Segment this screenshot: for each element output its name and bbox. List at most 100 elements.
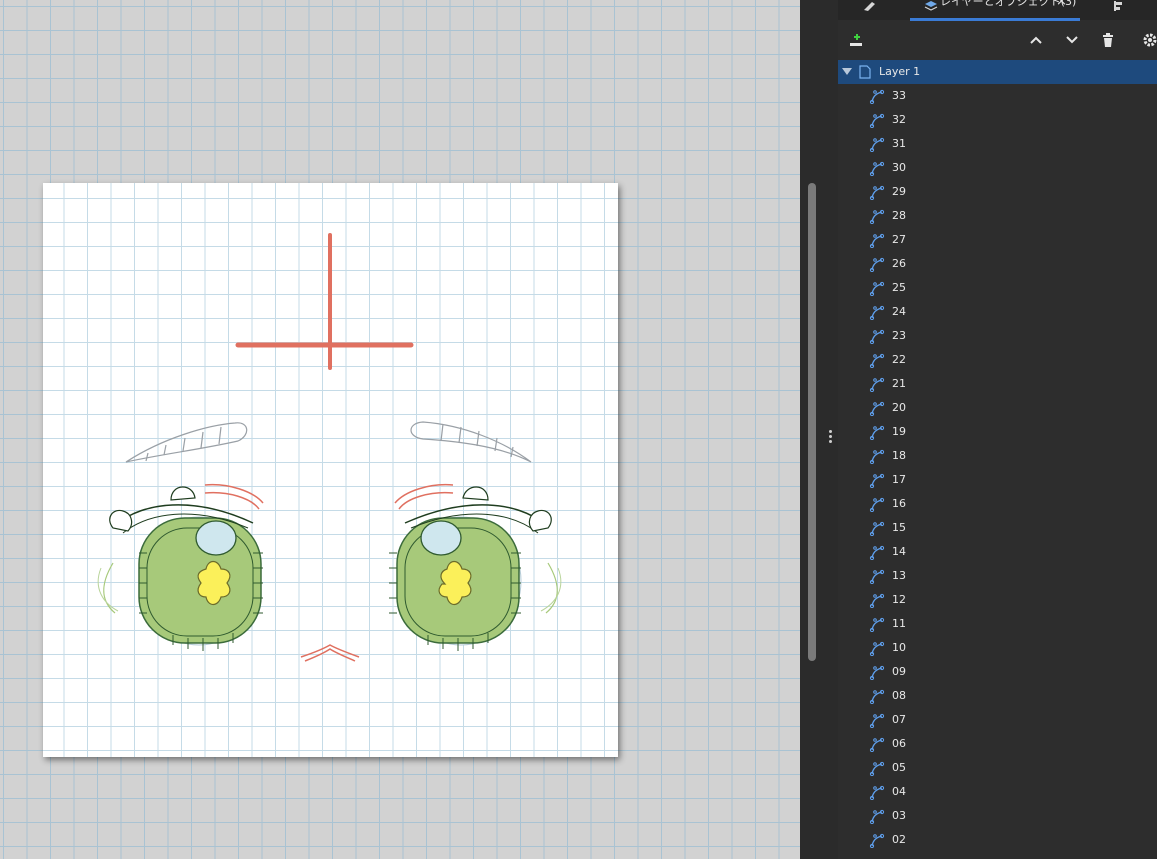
tab-close-icon[interactable]: × [1056,0,1067,9]
object-name: 09 [892,665,906,678]
layer-object-row[interactable]: 20 [838,396,1157,420]
object-name: 15 [892,521,906,534]
align-icon [1114,1,1122,11]
layer-object-row[interactable]: 31 [838,132,1157,156]
layer-object-row[interactable]: 09 [838,660,1157,684]
layer-object-row[interactable]: 02 [838,828,1157,852]
delete-button[interactable] [1098,30,1118,50]
brush-icon [864,2,875,11]
layer-object-row[interactable]: 26 [838,252,1157,276]
curve-icon [869,785,885,800]
curve-icon [869,185,885,200]
layer-object-row[interactable]: 19 [838,420,1157,444]
left-eye[interactable] [97,483,264,651]
move-up-button[interactable] [1026,30,1046,50]
curve-icon [869,113,885,128]
right-eyebrow[interactable] [410,421,532,463]
curve-icon [869,761,885,776]
object-name: 17 [892,473,906,486]
layer-row-root[interactable]: Layer 1 [838,60,1157,84]
curve-icon [869,545,885,560]
curve-icon [869,689,885,704]
face-drawing[interactable] [43,183,618,757]
object-name: 03 [892,809,906,822]
layer-object-row[interactable]: 11 [838,612,1157,636]
object-name: 32 [892,113,906,126]
layer-object-row[interactable]: 03 [838,804,1157,828]
layer-object-row[interactable]: 10 [838,636,1157,660]
layer-object-row[interactable]: 12 [838,588,1157,612]
tab-align[interactable] [1110,0,1124,18]
layer-object-row[interactable]: 18 [838,444,1157,468]
layer-object-row[interactable]: 23 [838,324,1157,348]
curve-icon [869,617,885,632]
tab-layers-and-objects[interactable]: レイヤーとオブジェクト(3) × [910,0,1080,21]
object-name: 12 [892,593,906,606]
layer-name: Layer 1 [879,65,921,78]
layer-object-row[interactable]: 29 [838,180,1157,204]
object-name: 14 [892,545,906,558]
add-layer-button[interactable] [846,30,866,50]
object-name: 16 [892,497,906,510]
move-down-button[interactable] [1062,30,1082,50]
object-name: 30 [892,161,906,174]
object-name: 23 [892,329,906,342]
layer-object-row[interactable]: 17 [838,468,1157,492]
layers-icon [924,1,938,11]
curve-icon [869,641,885,656]
layer-tree: Layer 1 33 32 31 30 29 28 27 26 25 24 23 22 21 20 19 18… [838,60,1157,852]
curve-icon [869,569,885,584]
layer-object-row[interactable]: 08 [838,684,1157,708]
curve-icon [869,401,885,416]
curve-icon [869,257,885,272]
left-eyebrow[interactable] [125,422,248,463]
settings-button[interactable] [1140,30,1157,50]
gear-icon [1143,33,1157,47]
curve-icon [869,665,885,680]
layer-object-row[interactable]: 16 [838,492,1157,516]
object-name: 20 [892,401,906,414]
curve-icon [869,425,885,440]
layer-object-row[interactable]: 32 [838,108,1157,132]
tab-brush[interactable] [862,0,878,18]
panel-splitter-handle[interactable] [829,430,833,445]
layer-object-row[interactable]: 28 [838,204,1157,228]
curve-icon [869,209,885,224]
trash-icon [1103,33,1113,47]
right-eye[interactable] [389,483,562,651]
center-guide-cross[interactable] [235,233,414,370]
layer-object-row[interactable]: 22 [838,348,1157,372]
layer-object-row[interactable]: 15 [838,516,1157,540]
layer-object-row[interactable]: 07 [838,708,1157,732]
canvas-workspace[interactable] [0,0,800,859]
layer-object-row[interactable]: 06 [838,732,1157,756]
mouth[interactable] [300,644,360,662]
layer-object-row[interactable]: 04 [838,780,1157,804]
layer-object-row[interactable]: 27 [838,228,1157,252]
object-name: 02 [892,833,906,846]
curve-icon [869,233,885,248]
curve-icon [869,281,885,296]
layer-object-row[interactable]: 14 [838,540,1157,564]
layer-object-row[interactable]: 30 [838,156,1157,180]
object-name: 29 [892,185,906,198]
layer-object-row[interactable]: 33 [838,84,1157,108]
layer-object-row[interactable]: 13 [838,564,1157,588]
canvas-scroll-thumb[interactable] [808,183,816,661]
chevron-down-icon [1066,36,1078,44]
add-layer-icon [850,34,862,46]
artboard[interactable] [43,183,618,757]
layers-toolbar [838,24,1157,56]
expand-triangle-icon[interactable] [842,68,852,76]
object-name: 33 [892,89,906,102]
curve-icon [869,593,885,608]
layer-object-row[interactable]: 25 [838,276,1157,300]
object-name: 19 [892,425,906,438]
layer-object-row[interactable]: 24 [838,300,1157,324]
curve-icon [869,329,885,344]
curve-icon [869,473,885,488]
object-name: 24 [892,305,906,318]
layer-object-row[interactable]: 21 [838,372,1157,396]
layer-object-row[interactable]: 05 [838,756,1157,780]
object-name: 25 [892,281,906,294]
